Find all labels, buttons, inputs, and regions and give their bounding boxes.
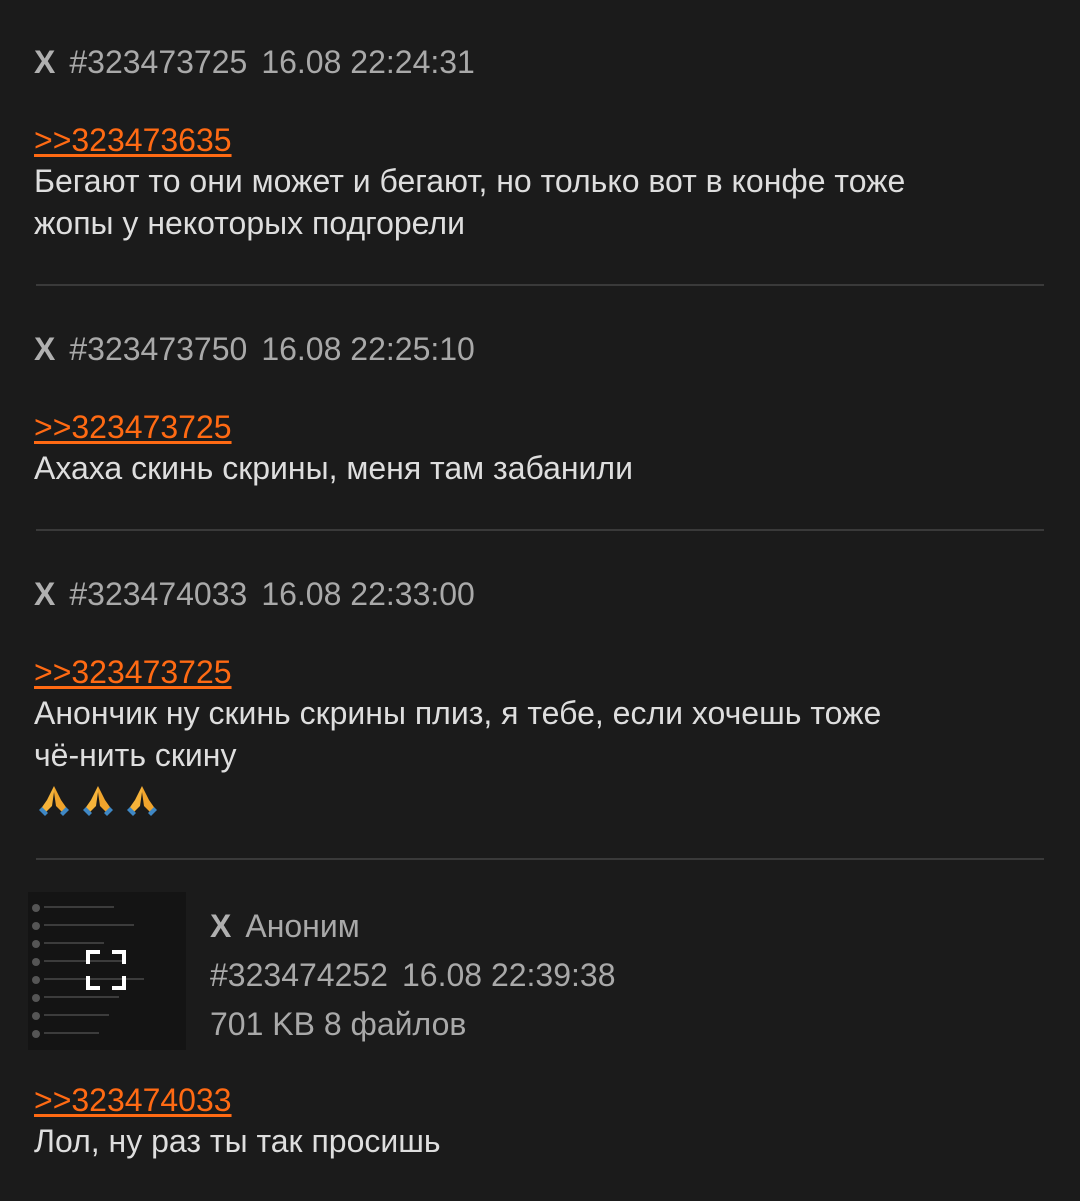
post-datetime: 16.08 22:39:38 [401,957,616,993]
post-text-line: Лол, ну раз ты так просишь [34,1123,441,1159]
emoji-row [34,780,1044,820]
post-divider [36,284,1044,286]
post-header: X #323474033 16.08 22:33:00 [34,574,1044,614]
post-text-line: Бегают то они может и бегают, но только … [34,163,906,199]
attachments-info[interactable]: 701 KB 8 файлов [210,1000,616,1049]
reply-link[interactable]: >>323473725 [34,652,232,692]
post-text: Анончик ну скинь скрины плиз, я тебе, ес… [34,692,1044,776]
reply-link[interactable]: >>323473635 [34,120,232,160]
folded-hands-icon [83,786,113,816]
post-header: X Аноним #323474252 16.08 22:39:38 701 KB … [210,902,616,1049]
post-datetime: 16.08 22:24:31 [261,44,475,80]
post-marker[interactable]: X [34,44,55,80]
expand-icon[interactable] [86,950,126,990]
post-text-line: Ахаха скинь скрины, меня там забанили [34,450,633,486]
post-text-line: жопы у некоторых подгорели [34,205,465,241]
post-marker[interactable]: X [34,331,55,367]
post-323474033: X #323474033 16.08 22:33:00 >>323473725 Ан… [34,574,1044,820]
post-marker[interactable]: X [34,576,55,612]
post-divider [36,529,1044,531]
post-divider [36,858,1044,860]
post-number[interactable]: #323473750 [69,331,247,367]
post-marker[interactable]: X [210,908,231,944]
post-author: Аноним [245,908,360,944]
folded-hands-icon [127,786,157,816]
reply-link[interactable]: >>323473725 [34,407,232,447]
attachment-thumbnail[interactable] [28,892,186,1050]
post-text-line: Анончик ну скинь скрины плиз, я тебе, ес… [34,695,882,731]
post-number[interactable]: #323474252 [210,957,388,993]
post-323473750: X #323473750 16.08 22:25:10 >>323473725 Ах… [34,329,1044,489]
post-datetime: 16.08 22:33:00 [261,576,475,612]
post-text-line: чё-нить скину [34,737,237,773]
post-323473725: X #323473725 16.08 22:24:31 >>323473635 Бе… [34,42,1044,244]
post-text: Бегают то они может и бегают, но только … [34,160,1044,244]
post-header: X #323473750 16.08 22:25:10 [34,329,1044,369]
reply-link[interactable]: >>323474033 [34,1080,232,1120]
post-header: X #323473725 16.08 22:24:31 [34,42,1044,82]
post-text: Ахаха скинь скрины, меня там забанили [34,447,1044,489]
post-datetime: 16.08 22:25:10 [261,331,475,367]
post-text: Лол, ну раз ты так просишь [34,1120,1044,1162]
post-323474252: >>323474033 Лол, ну раз ты так просишь [34,1080,1044,1162]
post-number[interactable]: #323474033 [69,576,247,612]
folded-hands-icon [39,786,69,816]
post-number[interactable]: #323473725 [69,44,247,80]
